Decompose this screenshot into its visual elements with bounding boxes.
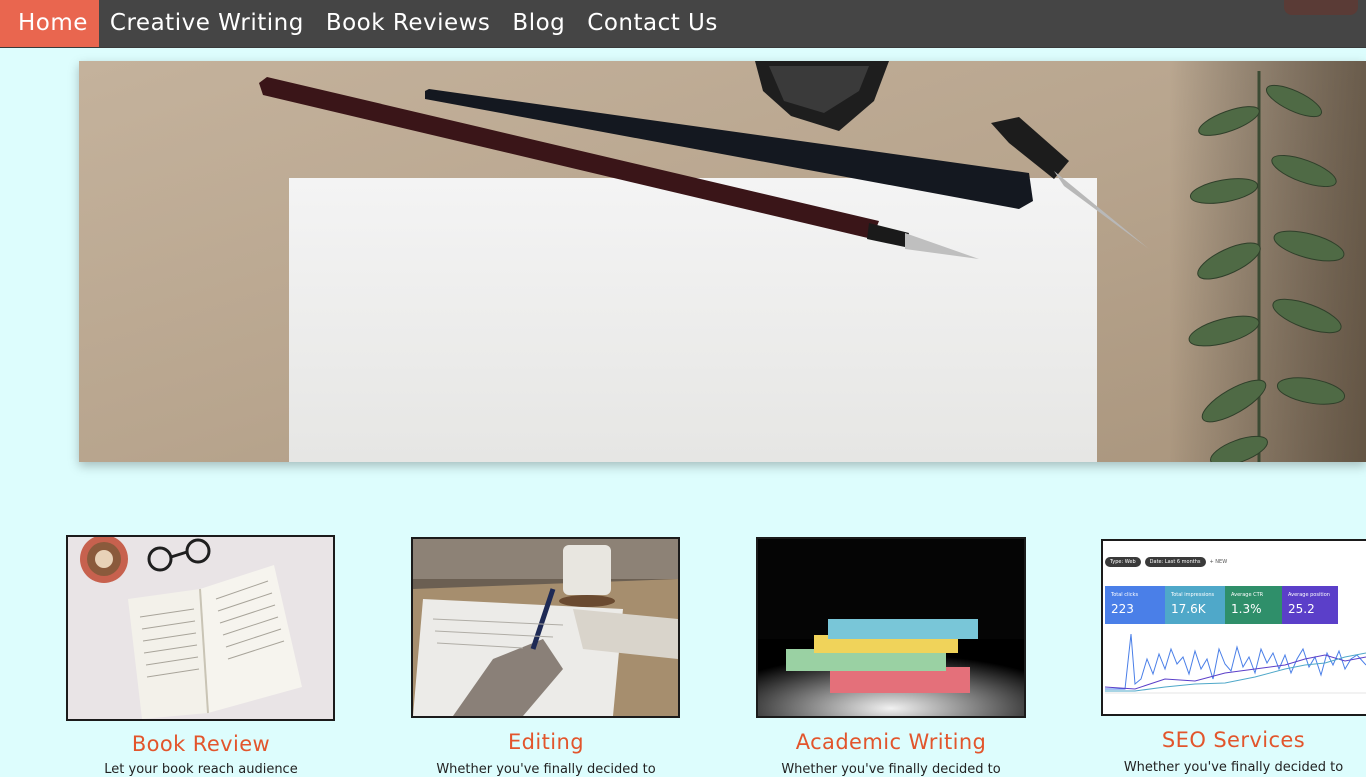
nav-item-blog[interactable]: Blog: [501, 0, 576, 47]
card-image-academic-writing[interactable]: [756, 537, 1026, 718]
top-navbar: Home Creative Writing Book Reviews Blog …: [0, 0, 1366, 48]
card-image-editing[interactable]: [411, 537, 680, 718]
metric-average-position: Average position 25.2: [1282, 586, 1338, 624]
card-editing[interactable]: Editing Whether you've finally decided t…: [411, 537, 681, 777]
card-book-review[interactable]: Book Review Let your book reach audience: [66, 535, 336, 777]
metric-total-impressions: Total impressions 17.6K: [1165, 586, 1225, 624]
card-seo-services[interactable]: Type: Web Date: Last 6 months + NEW Tota…: [1101, 539, 1366, 775]
card-title-book-review[interactable]: Book Review: [66, 732, 336, 756]
nav-item-home[interactable]: Home: [0, 0, 99, 47]
nav-item-book-reviews[interactable]: Book Reviews: [315, 0, 502, 47]
card-text-book-review: Let your book reach audience: [104, 762, 298, 777]
card-academic-writing[interactable]: Academic Writing Whether you've finally …: [756, 537, 1026, 777]
nav-item-creative-writing[interactable]: Creative Writing: [99, 0, 315, 47]
card-text-editing: Whether you've finally decided to: [436, 762, 656, 777]
metric-average-ctr: Average CTR 1.3%: [1225, 586, 1282, 624]
metric-total-clicks: Total clicks 223: [1105, 586, 1165, 624]
card-image-book-review[interactable]: [66, 535, 335, 721]
nav-item-contact-us[interactable]: Contact Us: [576, 0, 729, 47]
card-title-seo-services[interactable]: SEO Services: [1101, 728, 1366, 752]
card-title-academic-writing[interactable]: Academic Writing: [756, 730, 1026, 754]
card-title-editing[interactable]: Editing: [411, 730, 681, 754]
card-image-seo-services[interactable]: Type: Web Date: Last 6 months + NEW Tota…: [1101, 539, 1366, 716]
hero-image: [79, 61, 1366, 462]
new-filter-label: + NEW: [1209, 559, 1228, 565]
filter-chip: Date: Last 6 months: [1144, 557, 1206, 567]
filter-chip: Type: Web: [1105, 557, 1141, 567]
card-text-academic-writing: Whether you've finally decided to: [781, 762, 1001, 777]
corner-button[interactable]: [1284, 0, 1358, 15]
seo-line-chart: [1105, 633, 1366, 694]
